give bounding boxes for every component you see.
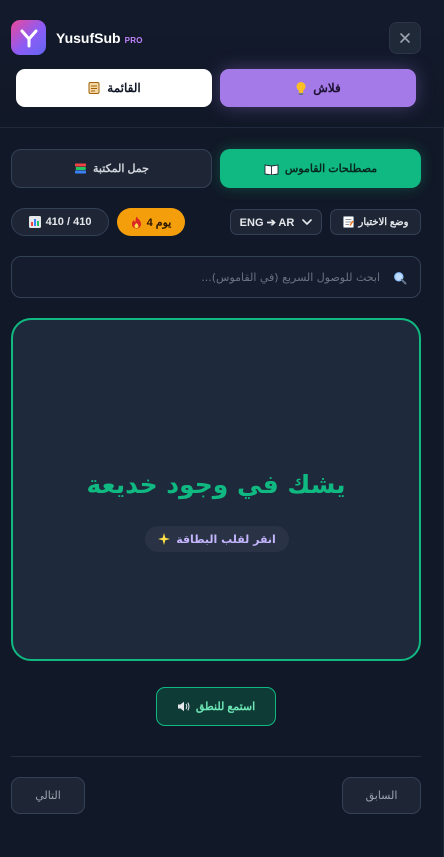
close-icon	[400, 33, 410, 43]
lightbulb-icon	[295, 81, 307, 96]
tab-flash[interactable]: فلاش	[220, 69, 416, 107]
quiz-mode-button[interactable]: وضع الاختبار	[330, 209, 421, 235]
scroll-icon	[87, 81, 101, 95]
divider	[11, 756, 421, 757]
streak-label: يوم 4	[146, 216, 172, 229]
flashcard-term: يشك في وجود خديعة	[86, 470, 346, 499]
tab-flash-label: فلاش	[313, 81, 341, 95]
previous-button-label: السابق	[365, 789, 398, 802]
dictionary-terms-label: مصطلحات القاموس	[284, 163, 378, 175]
search-box	[11, 256, 421, 298]
memo-icon	[342, 216, 354, 228]
tab-list-label: القائمة	[107, 81, 141, 95]
magnifier-icon	[392, 270, 408, 286]
open-book-icon	[264, 163, 279, 175]
books-icon	[74, 162, 87, 175]
language-direction-select[interactable]: ENG ➔ AR	[230, 209, 322, 235]
listen-pronunciation-label: استمع للنطق	[195, 701, 256, 713]
next-button[interactable]: التالي	[11, 777, 85, 814]
sparkles-icon	[158, 533, 171, 545]
flip-hint-label: انقر لقلب البطاقة	[176, 532, 276, 546]
quiz-mode-label: وضع الاختبار	[358, 216, 409, 228]
previous-button[interactable]: السابق	[342, 777, 421, 814]
listen-pronunciation-button[interactable]: استمع للنطق	[156, 687, 276, 726]
streak-badge: يوم 4	[117, 208, 185, 236]
progress-count-badge: 410 / 410	[11, 208, 109, 236]
flip-hint-badge: انقر لقلب البطاقة	[145, 526, 289, 552]
library-sentences-button[interactable]: جمل المكتبة	[11, 149, 212, 188]
dictionary-terms-button[interactable]: مصطلحات القاموس	[220, 149, 421, 188]
close-button[interactable]	[389, 22, 421, 54]
chevron-down-icon	[302, 219, 313, 225]
tab-list[interactable]: القائمة	[16, 69, 212, 107]
flashcard[interactable]: يشك في وجود خديعة انقر لقلب البطاقة	[11, 318, 421, 661]
fire-icon	[131, 216, 142, 229]
app-logo	[11, 20, 46, 55]
search-input[interactable]	[12, 270, 380, 284]
speaker-icon	[177, 701, 190, 712]
header: YusufSub PRO فلاش القائمة	[0, 0, 444, 128]
progress-count: 410 / 410	[45, 216, 92, 228]
brand-name: YusufSub	[56, 30, 121, 46]
flashcard-panel: YusufSub PRO فلاش القائمة مصطلحات القامو…	[0, 0, 444, 857]
library-sentences-label: جمل المكتبة	[93, 163, 149, 175]
next-button-label: التالي	[35, 789, 61, 802]
language-direction-value: ENG ➔ AR	[239, 216, 295, 229]
bar-chart-icon	[28, 216, 41, 228]
brand-badge: PRO	[124, 36, 143, 45]
logo-y-icon	[20, 29, 37, 47]
brand: YusufSub PRO	[56, 30, 143, 46]
